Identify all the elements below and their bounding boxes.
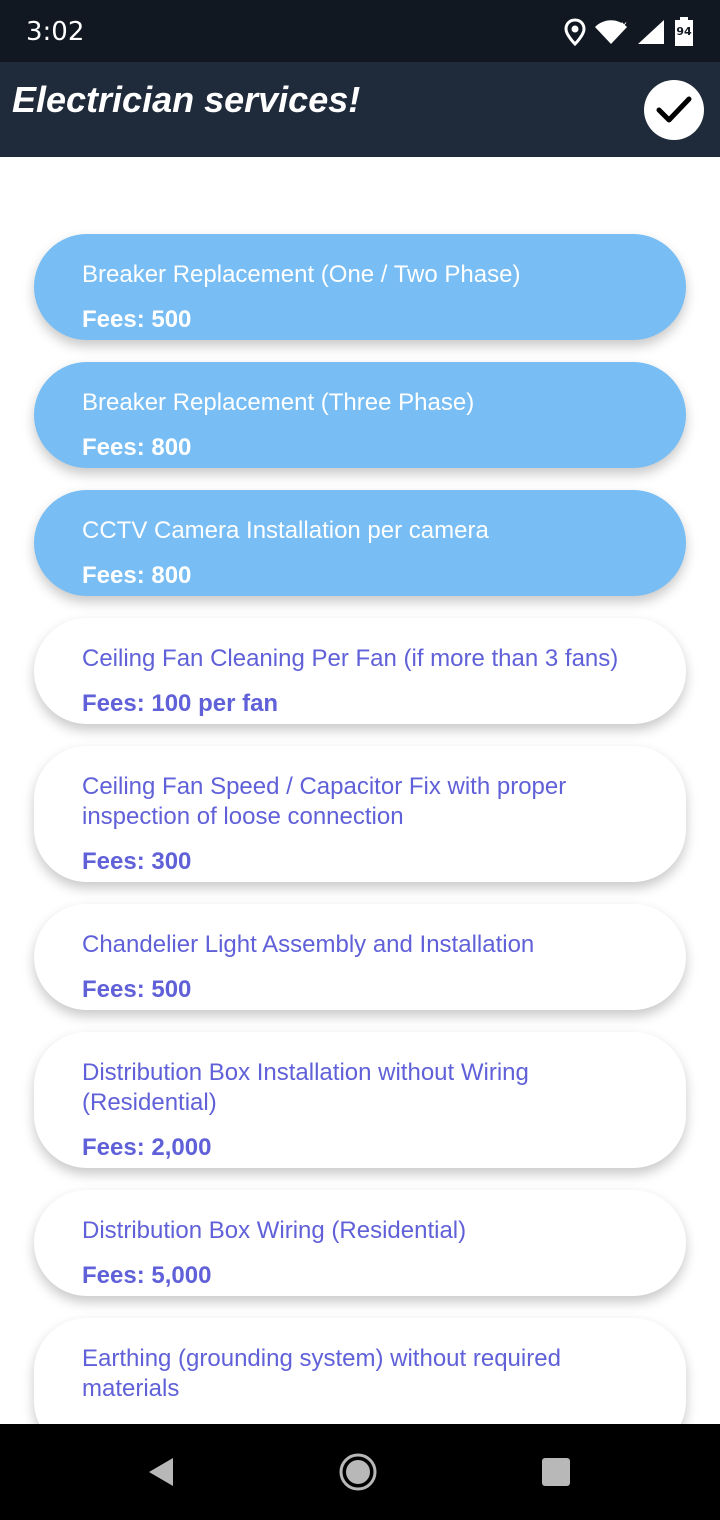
nav-back-button[interactable] <box>140 1452 180 1492</box>
battery-icon: 94 <box>674 17 694 47</box>
navigation-bar <box>0 1424 720 1520</box>
service-fee: Fees: 300 <box>82 848 192 875</box>
svg-text:x: x <box>621 20 627 31</box>
nav-recents-button[interactable] <box>536 1452 576 1492</box>
service-name: Chandelier Light Assembly and Installati… <box>82 931 535 958</box>
status-bar: 3:02 x 94 <box>0 0 720 62</box>
service-name: Breaker Replacement (One / Two Phase) <box>82 261 521 288</box>
service-name: Earthing (grounding system) without requ… <box>82 1345 561 1402</box>
recents-icon <box>542 1458 570 1486</box>
checkmark-icon <box>656 96 692 123</box>
service-name: Breaker Replacement (Three Phase) <box>82 389 475 416</box>
service-name: Ceiling Fan Speed / Capacitor Fix with p… <box>82 773 567 830</box>
service-name: Distribution Box Installation without Wi… <box>82 1059 529 1116</box>
service-card[interactable]: Earthing (grounding system) without requ… <box>34 1318 686 1424</box>
signal-icon <box>636 18 666 46</box>
service-name: Distribution Box Wiring (Residential) <box>82 1217 467 1244</box>
service-card[interactable]: CCTV Camera Installation per camera Fees… <box>34 490 686 596</box>
service-list-container[interactable]: Breaker Replacement (One / Two Phase) Fe… <box>0 157 720 1424</box>
home-icon <box>339 1453 377 1491</box>
service-card[interactable]: Distribution Box Wiring (Residential) Fe… <box>34 1190 686 1296</box>
service-card[interactable]: Breaker Replacement (Three Phase) Fees: … <box>34 362 686 468</box>
service-name: Ceiling Fan Cleaning Per Fan (if more th… <box>82 645 619 672</box>
wifi-icon: x <box>594 18 628 46</box>
confirm-button[interactable] <box>644 80 704 140</box>
service-fee: Fees: 500 <box>82 976 192 1003</box>
status-icons: x 94 <box>564 14 694 50</box>
back-icon <box>149 1458 173 1486</box>
service-name: CCTV Camera Installation per camera <box>82 517 489 544</box>
service-fee: Fees: 5,000 <box>82 1262 212 1289</box>
battery-level: 94 <box>676 25 692 38</box>
service-card[interactable]: Ceiling Fan Speed / Capacitor Fix with p… <box>34 746 686 882</box>
page-title: Electrician services! <box>12 79 361 120</box>
app-bar: Electrician services! <box>0 62 720 157</box>
service-fee: Fees: 500 <box>82 306 192 333</box>
service-fee: Fees: 100 per fan <box>82 690 279 717</box>
service-card[interactable]: Breaker Replacement (One / Two Phase) Fe… <box>34 234 686 340</box>
location-icon <box>564 18 586 46</box>
service-fee: Fees: 2,000 <box>82 1134 212 1161</box>
nav-home-button[interactable] <box>338 1452 378 1492</box>
status-time: 3:02 <box>26 17 85 47</box>
service-list: Breaker Replacement (One / Two Phase) Fe… <box>34 234 686 1424</box>
service-card[interactable]: Ceiling Fan Cleaning Per Fan (if more th… <box>34 618 686 724</box>
service-card[interactable]: Chandelier Light Assembly and Installati… <box>34 904 686 1010</box>
service-fee: Fees: 800 <box>82 562 192 589</box>
service-fee: Fees: 800 <box>82 434 192 461</box>
service-card[interactable]: Distribution Box Installation without Wi… <box>34 1032 686 1168</box>
